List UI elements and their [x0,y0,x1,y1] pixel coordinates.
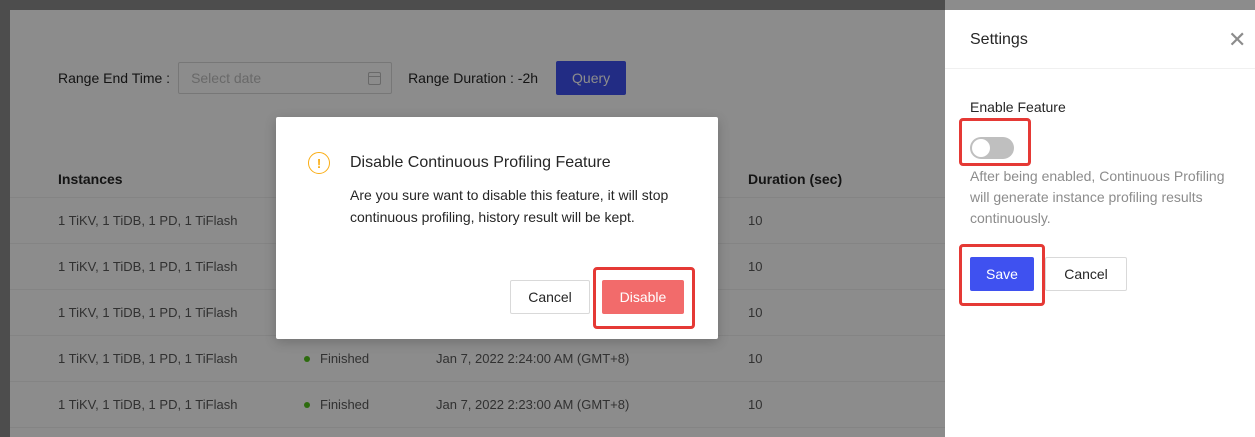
enable-feature-label: Enable Feature [970,99,1066,115]
drawer-header: Settings ✕ [945,10,1255,69]
enable-feature-switch[interactable] [970,137,1014,159]
switch-knob [972,139,990,157]
modal-content: Are you sure want to disable this featur… [350,187,669,225]
settings-drawer: Settings ✕ Enable Feature After being en… [945,10,1255,437]
drawer-title: Settings [970,31,1028,48]
modal-title: Disable Continuous Profiling Feature [350,154,611,171]
exclamation-circle-icon: ! [308,152,330,174]
close-icon[interactable]: ✕ [1228,29,1246,51]
save-button[interactable]: Save [970,257,1034,291]
disable-button[interactable]: Disable [602,280,684,314]
help-text: After being enabled, Continuous Profilin… [970,168,1225,226]
confirm-modal: ! Disable Continuous Profiling Feature A… [276,117,718,339]
modal-cancel-button[interactable]: Cancel [510,280,590,314]
drawer-cancel-button[interactable]: Cancel [1045,257,1127,291]
